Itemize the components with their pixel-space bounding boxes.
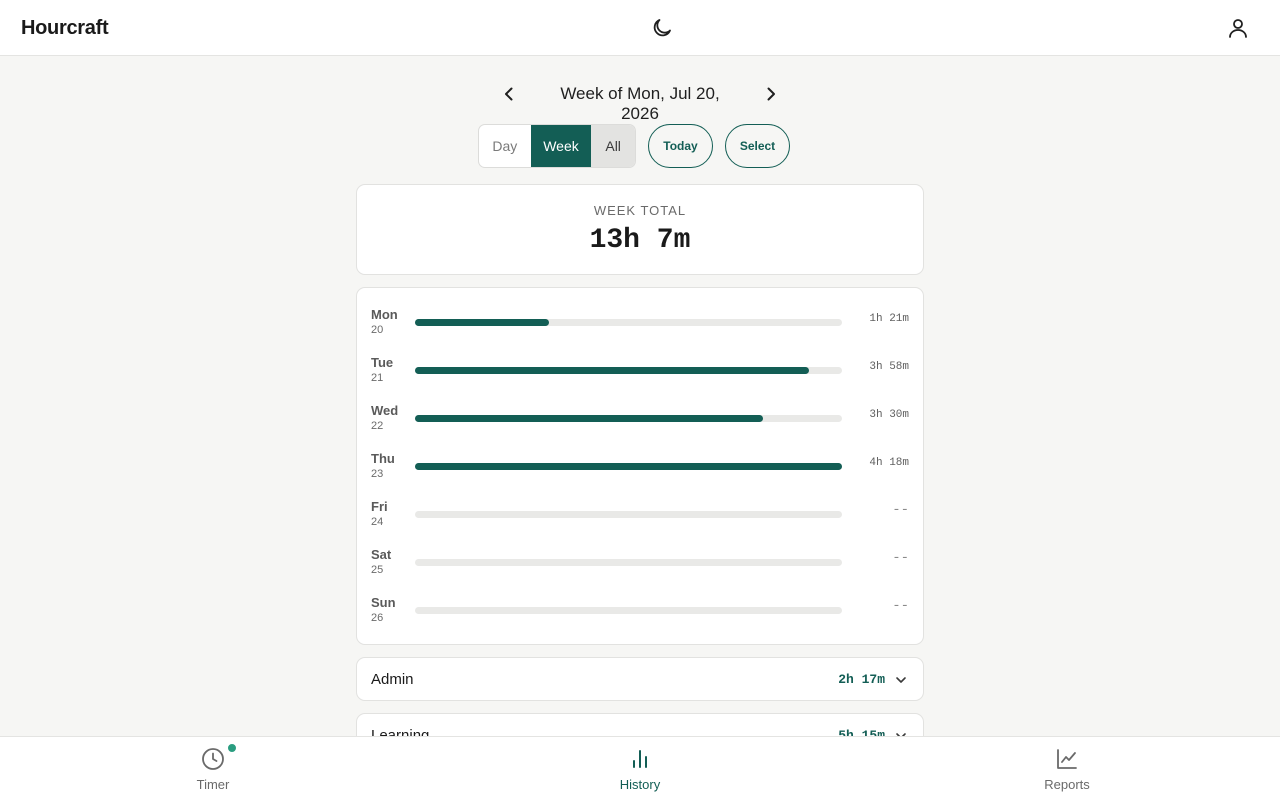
today-button[interactable]: Today — [648, 124, 713, 168]
day-row[interactable]: Sun 26 -- — [357, 595, 923, 635]
project-name: Admin — [371, 671, 414, 688]
nav-label: Timer — [196, 777, 230, 792]
day-bar-track — [415, 367, 842, 374]
day-duration: 3h 30m — [869, 409, 909, 421]
day-row[interactable]: Fri 24 -- — [357, 499, 923, 539]
week-title: Week of Mon, Jul 20, 2026 — [560, 84, 720, 123]
week-total-value: 13h 7m — [589, 225, 691, 256]
day-name: Sat — [371, 547, 392, 562]
day-duration: -- — [892, 550, 909, 566]
nav-label: Reports — [1044, 777, 1090, 792]
bottom-navigation: Timer History Reports — [0, 736, 1280, 800]
day-duration: 4h 18m — [869, 457, 909, 469]
week-navigator: Week of Mon, Jul 20, 2026 — [0, 80, 1280, 123]
day-name: Sun — [371, 595, 396, 610]
day-number: 20 — [371, 324, 384, 336]
next-week-button[interactable] — [761, 84, 781, 104]
day-number: 25 — [371, 564, 384, 576]
day-row[interactable]: Tue 21 3h 58m — [357, 355, 923, 395]
line-chart-icon — [1057, 749, 1077, 769]
day-name: Wed — [371, 403, 399, 418]
project-duration: 2h 17m — [838, 672, 885, 687]
select-button[interactable]: Select — [725, 124, 790, 168]
day-row[interactable]: Wed 22 3h 30m — [357, 403, 923, 443]
day-name: Tue — [371, 355, 394, 370]
project-card-admin[interactable]: Admin 2h 17m — [356, 657, 924, 701]
day-number: 22 — [371, 420, 384, 432]
view-day-option[interactable]: Day — [479, 125, 531, 167]
view-toggle: Day Week All — [478, 124, 636, 168]
moon-icon — [653, 19, 671, 37]
chevron-right-icon — [767, 87, 775, 101]
nav-label: History — [619, 777, 661, 792]
day-bar-track — [415, 559, 842, 566]
week-total-label: WEEK TOTAL — [593, 203, 687, 218]
day-name: Fri — [371, 499, 388, 514]
nav-reports[interactable]: Reports — [1007, 737, 1127, 800]
day-row[interactable]: Sat 25 -- — [357, 547, 923, 587]
chevron-down-icon[interactable] — [894, 673, 908, 687]
day-number: 21 — [371, 372, 384, 384]
user-icon — [1229, 19, 1247, 38]
daily-breakdown-card: Mon 20 1h 21m Tue 21 3h 58m Wed 22 3h 30… — [356, 287, 924, 645]
day-name: Mon — [371, 307, 398, 322]
day-bar-fill — [415, 319, 550, 326]
profile-button[interactable] — [1226, 16, 1250, 40]
day-name: Thu — [371, 451, 395, 466]
day-bar-fill — [415, 463, 842, 470]
day-number: 23 — [371, 468, 384, 480]
top-bar: Hourcraft — [0, 0, 1280, 56]
theme-toggle-button[interactable] — [650, 16, 674, 40]
bar-chart-icon — [633, 750, 647, 768]
clock-icon — [202, 748, 224, 770]
day-duration: 1h 21m — [869, 313, 909, 325]
day-bar-fill — [415, 367, 809, 374]
day-number: 26 — [371, 612, 384, 624]
app-name: Hourcraft — [21, 17, 109, 39]
week-total-card: WEEK TOTAL 13h 7m — [356, 184, 924, 275]
day-duration: 3h 58m — [869, 361, 909, 373]
day-duration: -- — [892, 598, 909, 614]
day-bar-track — [415, 415, 842, 422]
day-bar-track — [415, 319, 842, 326]
nav-timer[interactable]: Timer — [153, 737, 273, 800]
day-row[interactable]: Thu 23 4h 18m — [357, 451, 923, 491]
previous-week-button[interactable] — [499, 84, 519, 104]
nav-history[interactable]: History — [580, 737, 700, 800]
timer-running-indicator — [226, 742, 238, 754]
day-bar-track — [415, 463, 842, 470]
day-duration: -- — [892, 502, 909, 518]
day-number: 24 — [371, 516, 384, 528]
day-bar-fill — [415, 415, 763, 422]
view-week-option[interactable]: Week — [530, 125, 592, 167]
day-row[interactable]: Mon 20 1h 21m — [357, 307, 923, 347]
view-all-option[interactable]: All — [591, 125, 635, 167]
chevron-left-icon — [505, 87, 513, 101]
day-bar-track — [415, 511, 842, 518]
day-bar-track — [415, 607, 842, 614]
